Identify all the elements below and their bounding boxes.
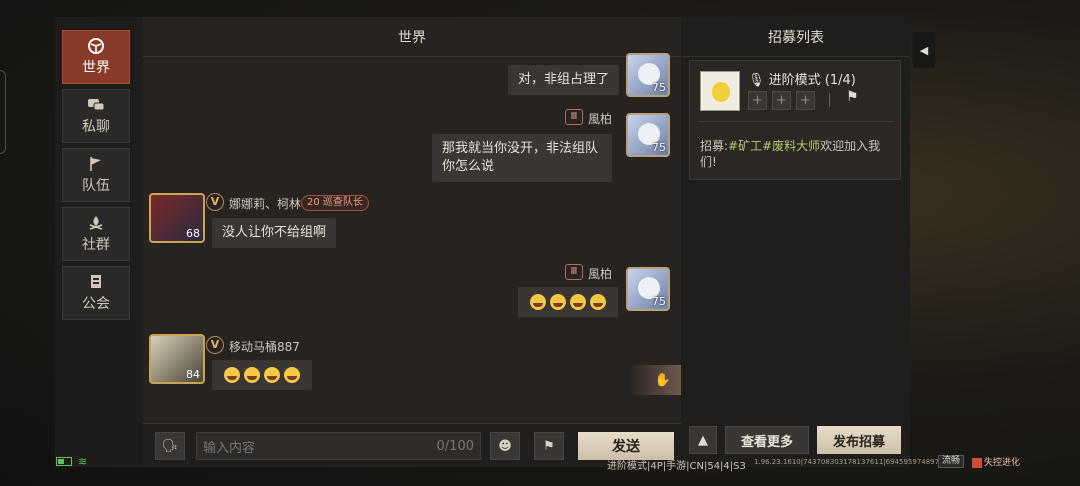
sender-name[interactable]: 移动马桶887 xyxy=(229,338,300,355)
nav-item-team[interactable]: 队伍 xyxy=(62,148,130,202)
avatar[interactable]: 84 xyxy=(149,334,205,384)
divider xyxy=(698,121,894,122)
mode-info: 进阶模式|4P|手游|CN|54|4|S3 xyxy=(607,461,746,472)
rank-badge-icon: Ⅲ xyxy=(565,264,583,280)
campfire-icon xyxy=(87,215,105,231)
flag-add-icon[interactable]: ⚑ xyxy=(846,89,859,105)
sender-name[interactable]: 風柏 xyxy=(588,265,612,282)
nav-item-label: 公会 xyxy=(82,295,110,312)
avatar-level: 75 xyxy=(652,295,666,308)
nav-item-world[interactable]: 世界 xyxy=(62,30,130,84)
rank-badge-icon: Ⅲ xyxy=(565,109,583,125)
globe-icon xyxy=(87,37,105,54)
side-handle[interactable] xyxy=(0,70,6,154)
crying-emoji-icon xyxy=(224,366,240,383)
desc-prefix: 招募: xyxy=(700,139,729,153)
message-bubble[interactable]: 没人让你不给组啊 xyxy=(212,218,337,248)
mic-icon: 🎙 xyxy=(748,73,765,88)
chat-channel-nav: 世界 私聊 队伍 社群 公会 xyxy=(62,30,130,325)
nav-item-label: 私聊 xyxy=(82,118,110,135)
crying-emoji-icon xyxy=(570,293,586,310)
avatar[interactable]: 75 xyxy=(626,113,670,157)
chick-avatar-icon xyxy=(712,82,730,102)
status-bar: ≋ 进阶模式|4P|手游|CN|54|4|S3 1.96.23.1610|743… xyxy=(0,452,1080,472)
title-tag: 20 巡查队长 xyxy=(301,195,369,211)
nav-item-private-chat[interactable]: 私聊 xyxy=(62,89,130,143)
message-bubble[interactable]: 对，非组占理了 xyxy=(508,65,620,95)
battery-icon xyxy=(56,457,72,466)
world-chat-panel: 世界 对，非组占理了 75 Ⅲ 風柏 那我就当你没开，非法组队 你怎么说 75 … xyxy=(143,17,681,467)
post-recruit-button[interactable]: 发布招募 xyxy=(817,426,901,454)
crying-emoji-icon xyxy=(244,366,260,383)
vip-badge: V xyxy=(206,336,224,354)
flag-icon xyxy=(87,156,105,172)
tag-level: 20 xyxy=(307,197,320,208)
empty-slot[interactable]: + xyxy=(748,91,767,110)
divider xyxy=(829,93,830,107)
nav-item-label: 队伍 xyxy=(82,177,110,194)
recruit-description: 招募:#矿工#废料大师欢迎加入我们! xyxy=(700,138,890,170)
hand-icon: ✋ xyxy=(654,372,671,388)
sender-name[interactable]: 風柏 xyxy=(588,110,612,127)
avatar-level: 84 xyxy=(186,368,200,381)
recruit-mode: 🎙 进阶模式 (1/4) xyxy=(748,69,856,88)
chat-bubbles-icon xyxy=(87,97,105,113)
empty-slot[interactable]: + xyxy=(796,91,815,110)
chat-title: 世界 xyxy=(143,17,681,57)
nav-item-label: 社群 xyxy=(82,236,110,253)
avatar-level: 75 xyxy=(652,141,666,154)
recruit-tags[interactable]: #矿工#废料大师 xyxy=(728,139,820,153)
nav-item-community[interactable]: 社群 xyxy=(62,207,130,261)
crying-emoji-icon xyxy=(590,293,606,310)
nav-item-label: 世界 xyxy=(82,59,110,76)
tag-label: 巡查队长 xyxy=(322,197,363,208)
sender-name[interactable]: 娜娜莉、柯林 xyxy=(229,195,301,212)
recruit-panel: 招募列表 🎙 进阶模式 (1/4) + + + ⚑ 招募:#矿工#废料大师欢迎加… xyxy=(682,17,910,467)
emoji-message[interactable] xyxy=(518,287,618,317)
recruit-mode-label: 进阶模式 (1/4) xyxy=(768,73,856,88)
crying-emoji-icon xyxy=(530,293,546,310)
warning-icon: ▲ xyxy=(698,432,708,448)
view-more-button[interactable]: 查看更多 xyxy=(725,426,809,454)
recruiter-avatar[interactable] xyxy=(700,71,740,111)
message-bubble[interactable]: 那我就当你没开，非法组队 你怎么说 xyxy=(432,134,612,182)
avatar[interactable]: 75 xyxy=(626,53,670,97)
game-logo: 失控进化 xyxy=(972,455,1020,468)
crying-emoji-icon xyxy=(550,293,566,310)
quick-action-tab[interactable]: ✋ xyxy=(631,365,681,395)
recruit-title: 招募列表 xyxy=(682,17,910,57)
report-button[interactable]: ▲ xyxy=(689,426,717,454)
wifi-icon: ≋ xyxy=(78,455,88,468)
avatar[interactable]: 68 xyxy=(149,193,205,243)
collapse-panel-button[interactable]: ◀ xyxy=(913,32,935,68)
performance-toggle[interactable]: 流畅 xyxy=(938,455,965,468)
avatar[interactable]: 75 xyxy=(626,267,670,311)
avatar-level: 68 xyxy=(186,227,200,240)
build-info: 1.96.23.1610|743708303178137611|69459597… xyxy=(754,458,962,466)
triangle-left-icon: ◀ xyxy=(919,43,929,57)
empty-slot[interactable]: + xyxy=(772,91,791,110)
avatar-level: 75 xyxy=(652,81,666,94)
crying-emoji-icon xyxy=(264,366,280,383)
crying-emoji-icon xyxy=(284,366,300,383)
emoji-message[interactable] xyxy=(212,360,312,390)
vip-badge: V xyxy=(206,193,224,211)
nav-item-guild[interactable]: 公会 xyxy=(62,266,130,320)
guild-banner-icon xyxy=(87,274,105,290)
logo-text: 失控进化 xyxy=(984,458,1021,468)
logo-mark-icon xyxy=(972,457,982,468)
recruit-card[interactable]: 🎙 进阶模式 (1/4) + + + ⚑ 招募:#矿工#废料大师欢迎加入我们! xyxy=(689,60,901,180)
